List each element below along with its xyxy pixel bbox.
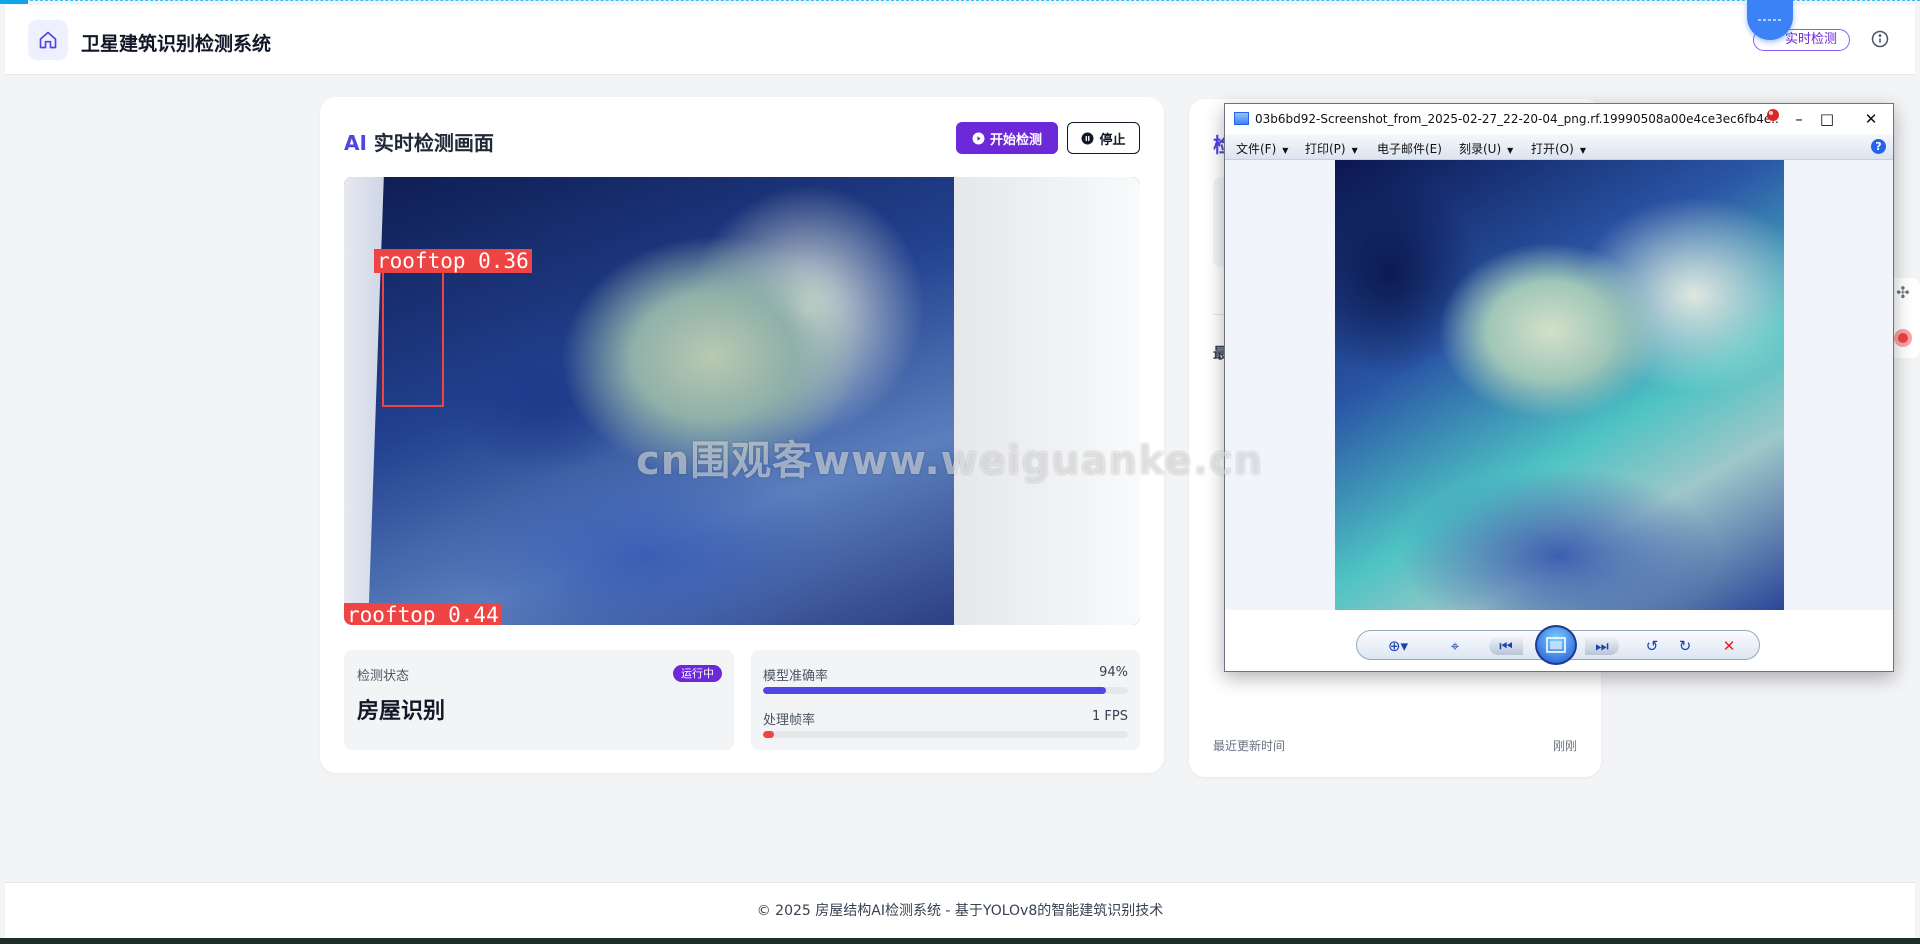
viewer-menubar: 文件(F) ▼ 打印(P) ▼ 电子邮件(E) 刻录(U) ▼ 打开(O) ▼ ? <box>1225 134 1893 160</box>
zoom-icon[interactable]: ⊕▾ <box>1383 637 1413 655</box>
drag-handle-icon <box>1758 19 1782 21</box>
live-video-feed: rooftop 0.36 rooftop 0.44 <box>344 177 1140 625</box>
progress-fill <box>763 731 774 738</box>
fit-window-icon[interactable]: ⌖ <box>1445 637 1465 655</box>
status-badge: 运行中 <box>673 665 722 682</box>
metric-name: 模型准确率 <box>763 669 829 684</box>
card-title: AI 实时检测画面 <box>344 127 494 156</box>
metrics-panel: 模型准确率 94% 处理帧率 1 FPS <box>751 650 1140 750</box>
play-circle-icon <box>972 132 985 144</box>
card-title-text: 实时检测画面 <box>366 131 494 155</box>
progress-fill <box>763 687 1107 694</box>
info-icon[interactable] <box>1871 30 1889 48</box>
last-update-value: 刚刚 <box>1552 739 1577 753</box>
viewer-titlebar[interactable]: 03b6bd92-Screenshot_from_2025-02-27_22-2… <box>1225 104 1893 134</box>
viewer-app-icon <box>1234 112 1249 125</box>
maximize-button[interactable]: □ <box>1805 108 1849 130</box>
viewer-title: 03b6bd92-Screenshot_from_2025-02-27_22-2… <box>1255 112 1780 126</box>
satellite-photo <box>1335 160 1784 610</box>
delete-icon[interactable]: ✕ <box>1719 637 1739 655</box>
app-header: 卫星建筑识别检测系统 实时检测 <box>5 5 1915 75</box>
svg-text:✣: ✣ <box>1896 283 1909 302</box>
metric-value: 1 FPS <box>1092 709 1128 724</box>
watermark: cn围观客www.weiguanke.cn <box>636 438 1264 484</box>
detection-label: rooftop 0.36 <box>374 249 532 273</box>
card-title-ai: AI <box>344 131 367 155</box>
slideshow-button[interactable] <box>1535 625 1577 665</box>
last-update-label: 最近更新时间 <box>1213 739 1286 753</box>
stop-button[interactable]: 停止 <box>1067 122 1140 154</box>
page-footer: © 2025 房屋结构AI检测系统 - 基于YOLOv8的智能建筑识别技术 <box>5 882 1915 938</box>
status-label: 检测状态 <box>357 669 410 684</box>
pause-circle-icon <box>1082 132 1094 144</box>
satellite-frame <box>368 177 992 625</box>
viewer-canvas <box>1225 160 1893 610</box>
menu-email[interactable]: 电子邮件(E) <box>1377 140 1442 157</box>
help-icon[interactable]: ? <box>1871 139 1886 154</box>
home-button[interactable] <box>28 20 68 60</box>
stop-label: 停止 <box>1099 132 1126 148</box>
status-panel: 检测状态 运行中 房屋识别 <box>344 650 734 750</box>
status-value: 房屋识别 <box>357 699 446 724</box>
detection-box <box>382 267 444 407</box>
rotate-left-icon[interactable]: ↺ <box>1642 637 1662 655</box>
home-icon <box>39 31 57 49</box>
progress-track <box>763 731 1128 738</box>
close-button[interactable]: ✕ <box>1849 108 1893 130</box>
photo-viewer-window: 03b6bd92-Screenshot_from_2025-02-27_22-2… <box>1224 103 1894 672</box>
menu-burn[interactable]: 刻录(U) ▼ <box>1459 140 1513 157</box>
metric-name: 处理帧率 <box>763 713 816 728</box>
menu-open[interactable]: 打开(O) ▼ <box>1531 140 1586 157</box>
app-title: 卫星建筑识别检测系统 <box>81 33 272 55</box>
rotate-right-icon[interactable]: ↻ <box>1675 637 1695 655</box>
start-detection-label: 开始检测 <box>989 132 1042 148</box>
taskbar-strip <box>0 938 1920 944</box>
detection-label: rooftop 0.44 <box>344 603 502 625</box>
menu-print[interactable]: 打印(P) ▼ <box>1305 140 1358 157</box>
metric-value: 94% <box>1099 665 1128 680</box>
next-icon[interactable]: ⏭ <box>1585 637 1619 655</box>
menu-file[interactable]: 文件(F) ▼ <box>1236 140 1288 157</box>
start-detection-button[interactable]: 开始检测 <box>956 122 1058 154</box>
progress-track <box>763 687 1128 694</box>
slideshow-icon <box>1546 637 1566 653</box>
previous-icon[interactable]: ⏮ <box>1489 637 1523 655</box>
